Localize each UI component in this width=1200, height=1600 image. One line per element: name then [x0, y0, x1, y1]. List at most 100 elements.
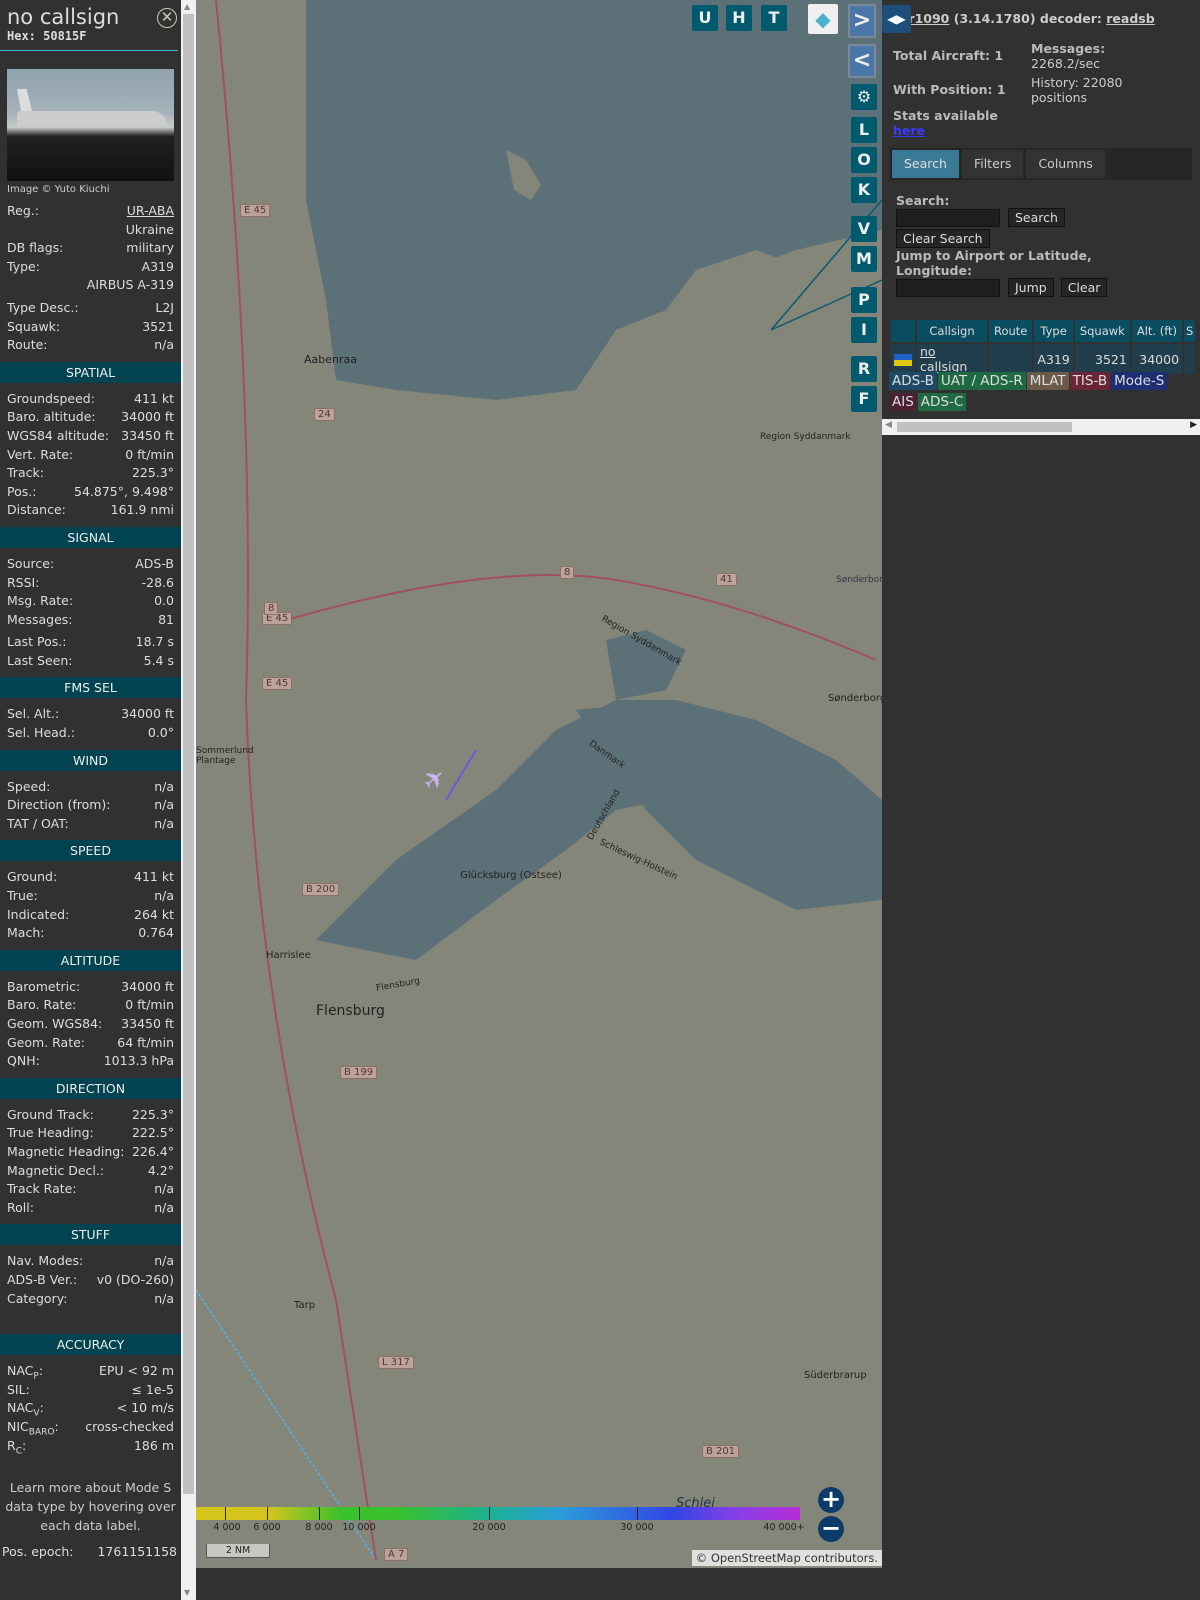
map-button-m[interactable]: M	[851, 246, 877, 272]
stats-link[interactable]: here	[893, 123, 925, 138]
tab-bar: Search Filters Columns	[890, 148, 1192, 180]
row-label: DB flags:	[7, 240, 64, 256]
row-value: 226.4°	[131, 1143, 174, 1159]
legend-tick	[267, 1507, 268, 1520]
map-button-l[interactable]: L	[851, 117, 877, 143]
row-label: Magnetic Decl.:	[7, 1162, 105, 1178]
callsign-link[interactable]: no callsign	[920, 344, 967, 374]
row-value: 0.0°	[147, 725, 174, 741]
column-header-route[interactable]: Route	[989, 320, 1033, 342]
row-value[interactable]: UR-ABA	[127, 202, 174, 221]
column-header-flag[interactable]	[891, 320, 915, 342]
row-value: 4.2°	[147, 1162, 174, 1178]
section-header: DIRECTION	[0, 1077, 181, 1099]
settings-gear-icon[interactable]: ⚙	[851, 84, 877, 110]
search-button[interactable]: Search	[1007, 208, 1065, 227]
map-button-h[interactable]: H	[726, 5, 752, 31]
row-value: 222.5°	[131, 1125, 174, 1141]
altitude-cell: 34000	[1131, 344, 1183, 374]
map-button-t[interactable]: T	[761, 5, 787, 31]
toggle-sidebar-button[interactable]: ◀▶	[882, 5, 911, 33]
detail-row: ADS-B Ver.: v0 (DO-260)	[7, 1271, 174, 1290]
tab-filters[interactable]: Filters	[961, 150, 1024, 178]
jump-button[interactable]: Jump	[1007, 278, 1054, 297]
section-header: ALTITUDE	[0, 949, 181, 971]
divider	[0, 50, 178, 51]
row-value: n/a	[154, 888, 174, 904]
clear-button[interactable]: Clear	[1060, 278, 1108, 297]
altitude-color-legend	[196, 1507, 800, 1520]
legend-tick-label: 4 000	[213, 1522, 241, 1533]
row-label: Mach:	[7, 925, 45, 941]
row-value: 3521	[142, 318, 174, 334]
row-value: n/a	[154, 1199, 174, 1215]
row-value: 81	[158, 611, 174, 627]
column-header-squawk[interactable]: Squawk	[1074, 320, 1130, 342]
detail-row: Ground: 411 kt	[7, 868, 174, 887]
aircraft-photo[interactable]	[7, 69, 174, 181]
zoom-out-button[interactable]: −	[818, 1516, 844, 1542]
detail-row: Sel. Alt.: 34000 ft	[7, 705, 174, 724]
row-value: 33450 ft	[121, 1016, 174, 1031]
detail-row: Indicated: 264 kt	[7, 906, 174, 925]
detail-row: Magnetic Heading: 226.4°	[7, 1143, 174, 1162]
column-header-speed[interactable]: S	[1184, 320, 1196, 342]
map[interactable]: ✈ Aabenraa Region Syddanmark Region Sydd…	[196, 0, 882, 1568]
legend-tick	[359, 1507, 360, 1520]
search-form: Search: Search Clear Search Jump to Airp…	[896, 193, 1116, 297]
search-input[interactable]	[896, 208, 1000, 227]
map-button-r[interactable]: R	[851, 356, 877, 382]
sidebar-scrollbar[interactable]: ▲ ▼	[181, 0, 196, 1600]
layers-icon[interactable]: ◆	[808, 4, 838, 34]
map-button-f[interactable]: F	[851, 386, 877, 412]
squawk-cell: 3521	[1074, 344, 1130, 374]
row-value: L2J	[155, 299, 174, 315]
row-value: n/a	[154, 778, 174, 794]
column-header-callsign[interactable]: Callsign	[917, 320, 987, 342]
clear-search-button[interactable]: Clear Search	[896, 229, 990, 248]
row-value: 64 ft/min	[117, 1034, 174, 1050]
place-label: Harrislee	[266, 950, 311, 961]
tab-columns[interactable]: Columns	[1026, 150, 1105, 178]
detail-row: Barometric: 34000 ft	[7, 978, 174, 997]
row-value: ≤ 1e-5	[131, 1381, 174, 1397]
row-value: ADS-B	[135, 555, 174, 571]
section-body: Barometric: 34000 ft Baro. Rate: 0 ft/min Ge…	[0, 971, 181, 1078]
map-button-i[interactable]: I	[851, 317, 877, 343]
map-button-u[interactable]: U	[692, 5, 718, 31]
map-button-k[interactable]: K	[851, 177, 877, 203]
row-label: ADS-B Ver.:	[7, 1271, 78, 1287]
detail-row: Speed: n/a	[7, 778, 174, 797]
detail-row: Track Rate: n/a	[7, 1180, 174, 1199]
row-value: 0 ft/min	[125, 446, 174, 462]
row-label: Source:	[7, 555, 55, 571]
column-header-type[interactable]: Type	[1034, 320, 1073, 342]
messages-rate: Messages: 2268.2/sec	[1031, 41, 1106, 71]
map-button-v[interactable]: V	[851, 216, 877, 242]
row-value: 411 kt	[134, 390, 174, 406]
detail-row: True Heading: 222.5°	[7, 1124, 174, 1143]
expand-right-button[interactable]: >	[848, 4, 876, 38]
tab-search[interactable]: Search	[892, 150, 959, 178]
source-badge: MLAT	[1026, 372, 1069, 390]
map-button-o[interactable]: O	[851, 147, 877, 173]
table-row[interactable]: no callsign A319 3521 34000	[891, 344, 1196, 374]
table-horizontal-scrollbar[interactable]: ◀ ▶	[882, 419, 1200, 435]
road-label: B 201	[702, 1445, 740, 1458]
row-label: Sel. Head.:	[7, 725, 75, 741]
section-body: NACP: EPU < 92 m SIL: ≤ 1e-5 NACV: < 10 m/s NI…	[0, 1355, 181, 1462]
close-icon[interactable]: ✕	[157, 8, 177, 28]
zoom-in-button[interactable]: +	[818, 1487, 844, 1513]
road-label: B 199	[340, 1066, 378, 1079]
collapse-left-button[interactable]: <	[848, 44, 876, 78]
column-header-altitude[interactable]: Alt. (ft)	[1131, 320, 1183, 342]
jump-input[interactable]	[896, 278, 1000, 297]
detail-row: Direction (from): n/a	[7, 796, 174, 815]
map-button-p[interactable]: P	[851, 287, 877, 313]
scale-bar: 2 NM	[206, 1544, 270, 1558]
map-attribution[interactable]: © OpenStreetMap contributors.	[691, 1550, 882, 1566]
decoder-link[interactable]: readsb	[1106, 11, 1154, 26]
road-label: B 200	[302, 883, 340, 896]
row-value: 0.764	[138, 925, 174, 941]
detail-row: AIRBUS A-319	[7, 276, 174, 295]
